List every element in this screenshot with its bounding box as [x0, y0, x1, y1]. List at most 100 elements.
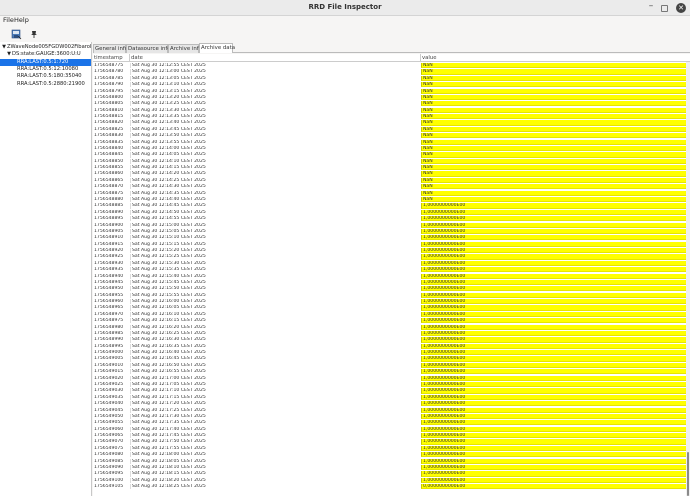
table-row[interactable]: 1756548815 Sat Aug 30 12:13:35 CEST 2025 N… — [93, 114, 687, 120]
column-header-date[interactable]: date — [130, 54, 421, 62]
tab-general-info[interactable]: General info — [93, 44, 128, 53]
tree-item[interactable]: ▼DS:state:GAUGE:3600:U:U — [0, 51, 91, 58]
table-row[interactable]: 1756548935 Sat Aug 30 12:15:35 CEST 2025 1… — [93, 267, 687, 273]
column-header-timestamp[interactable]: timestamp — [93, 54, 130, 62]
tab-archive-data[interactable]: Archive data — [199, 43, 235, 53]
table-row[interactable]: 1756549065 Sat Aug 30 12:17:45 CEST 2025 1… — [93, 433, 687, 439]
tab-archive-info[interactable]: Archive info — [168, 44, 202, 53]
table-row[interactable]: 1756548865 Sat Aug 30 12:14:25 CEST 2025 N… — [93, 177, 687, 184]
table-row[interactable]: 1756548975 Sat Aug 30 12:16:15 CEST 2025 1… — [93, 318, 687, 324]
table-row[interactable]: 1756548920 Sat Aug 30 12:15:20 CEST 2025 1… — [93, 248, 687, 254]
table-row[interactable]: 1756549025 Sat Aug 30 12:17:05 CEST 2025 1… — [93, 382, 687, 388]
table-row[interactable]: 1756548830 Sat Aug 30 12:13:50 CEST 2025 N… — [93, 133, 687, 139]
table-row[interactable]: 1756548905 Sat Aug 30 12:15:05 CEST 2025 1… — [93, 228, 687, 235]
table-row[interactable]: 1756548955 Sat Aug 30 12:15:55 CEST 2025 1… — [93, 292, 687, 298]
table-row[interactable]: 1756548890 Sat Aug 30 12:14:50 CEST 2025 1… — [93, 209, 687, 215]
table-row[interactable]: 1756549080 Sat Aug 30 12:18:00 CEST 2025 1… — [93, 452, 687, 458]
table-row[interactable]: 1756548930 Sat Aug 30 12:15:30 CEST 2025 1… — [93, 260, 687, 266]
table-row[interactable]: 1756548820 Sat Aug 30 12:13:40 CEST 2025 N… — [93, 120, 687, 126]
table-row[interactable]: 1756549020 Sat Aug 30 12:17:00 CEST 2025 1… — [93, 375, 687, 381]
table-row[interactable]: 1756548825 Sat Aug 30 12:13:45 CEST 2025 N… — [93, 126, 687, 132]
table-row[interactable]: 1756548960 Sat Aug 30 12:16:00 CEST 2025 1… — [93, 299, 687, 305]
table-row[interactable]: 1756548940 Sat Aug 30 12:15:40 CEST 2025 1… — [93, 273, 687, 279]
table-row[interactable]: 1756549045 Sat Aug 30 12:17:25 CEST 2025 1… — [93, 407, 687, 413]
table-row[interactable]: 1756548795 Sat Aug 30 12:13:15 CEST 2025 N… — [93, 88, 687, 94]
table-row[interactable]: 1756548800 Sat Aug 30 12:13:20 CEST 2025 N… — [93, 94, 687, 101]
table-row[interactable]: 1756549070 Sat Aug 30 12:17:50 CEST 2025 1… — [93, 439, 687, 445]
tab-bar: General info Datasource info Archive inf… — [93, 43, 690, 53]
tree-item[interactable]: RRA:LAST:0.5:1:720 — [0, 58, 91, 66]
table-row[interactable]: 1756548925 Sat Aug 30 12:15:25 CEST 2025 1… — [93, 254, 687, 260]
table-row[interactable]: 1756549055 Sat Aug 30 12:17:35 CEST 2025 1… — [93, 420, 687, 426]
close-icon[interactable]: ✕ — [676, 3, 686, 13]
toolbar — [0, 26, 690, 41]
table-row[interactable]: 1756548900 Sat Aug 30 12:15:00 CEST 2025 1… — [93, 222, 687, 228]
tab-datasource-info[interactable]: Datasource info — [126, 44, 171, 53]
rrd-tree[interactable]: ▼ZWaveNode005FGDW002FibaroDo ▼DS:state:GA… — [0, 42, 92, 496]
table-row[interactable]: 1756549005 Sat Aug 30 12:16:45 CEST 2025 1… — [93, 356, 687, 362]
table-row[interactable]: 1756548845 Sat Aug 30 12:14:05 CEST 2025 N… — [93, 152, 687, 158]
minimize-icon[interactable]: – — [646, 1, 656, 11]
cell-timestamp: 1756548910 — [94, 235, 124, 241]
table-row[interactable]: 1756548950 Sat Aug 30 12:15:50 CEST 2025 1… — [93, 286, 687, 292]
tree-item[interactable]: RRA:LAST:0.5:2880:21900 — [0, 81, 91, 88]
table-row[interactable]: 1756548970 Sat Aug 30 12:16:10 CEST 2025 1… — [93, 311, 687, 317]
tree-item[interactable]: RRA:LAST:0.5:12:10080 — [0, 66, 91, 73]
cell-timestamp: 1756549045 — [94, 407, 124, 413]
table-row[interactable]: 1756549040 Sat Aug 30 12:17:20 CEST 2025 1… — [93, 401, 687, 407]
tree-item[interactable]: ▼ZWaveNode005FGDW002FibaroDo — [0, 44, 91, 51]
table-row[interactable]: 1756548875 Sat Aug 30 12:14:35 CEST 2025 N… — [93, 190, 687, 196]
table-row[interactable]: 1756548980 Sat Aug 30 12:16:20 CEST 2025 1… — [93, 324, 687, 330]
menu-help[interactable]: Help — [14, 16, 29, 24]
table-row[interactable]: 1756548840 Sat Aug 30 12:14:00 CEST 2025 N… — [93, 145, 687, 152]
table-row[interactable]: 1756548790 Sat Aug 30 12:13:10 CEST 2025 N… — [93, 82, 687, 88]
table-row[interactable]: 1756549010 Sat Aug 30 12:16:50 CEST 2025 1… — [93, 362, 687, 369]
table-row[interactable]: 1756548995 Sat Aug 30 12:16:35 CEST 2025 1… — [93, 343, 687, 349]
table-row[interactable]: 1756549075 Sat Aug 30 12:17:55 CEST 2025 1… — [93, 445, 687, 451]
menu-file[interactable]: File — [3, 16, 14, 24]
table-row[interactable]: 1756548835 Sat Aug 30 12:13:55 CEST 2025 N… — [93, 139, 687, 145]
table-row[interactable]: 1756548785 Sat Aug 30 12:13:05 CEST 2025 N… — [93, 75, 687, 81]
table-row[interactable]: 1756549085 Sat Aug 30 12:18:05 CEST 2025 1… — [93, 458, 687, 464]
cell-value: 1,0000000000E00 — [421, 241, 687, 247]
cell-date: Sat Aug 30 12:18:05 CEST 2025 — [130, 458, 421, 464]
table-row[interactable]: 1756549060 Sat Aug 30 12:17:40 CEST 2025 1… — [93, 426, 687, 432]
table-row[interactable]: 1756549100 Sat Aug 30 12:18:20 CEST 2025 1… — [93, 477, 687, 483]
pin-icon[interactable] — [28, 28, 40, 40]
table-row[interactable]: 1756548985 Sat Aug 30 12:16:25 CEST 2025 1… — [93, 330, 687, 337]
cell-timestamp: 1756548860 — [94, 171, 124, 177]
scrollbar-thumb[interactable] — [687, 452, 689, 496]
table-row[interactable]: 1756548885 Sat Aug 30 12:14:45 CEST 2025 1… — [93, 203, 687, 209]
table-row[interactable]: 1756548855 Sat Aug 30 12:14:15 CEST 2025 N… — [93, 165, 687, 171]
table-row[interactable]: 1756548805 Sat Aug 30 12:13:25 CEST 2025 N… — [93, 101, 687, 107]
table-row[interactable]: 1756548895 Sat Aug 30 12:14:55 CEST 2025 1… — [93, 216, 687, 222]
table-row[interactable]: 1756549035 Sat Aug 30 12:17:15 CEST 2025 1… — [93, 394, 687, 400]
vertical-scrollbar[interactable] — [686, 62, 690, 496]
table-row[interactable]: 1756549090 Sat Aug 30 12:18:10 CEST 2025 1… — [93, 464, 687, 471]
table-row[interactable]: 1756548870 Sat Aug 30 12:14:30 CEST 2025 N… — [93, 184, 687, 190]
maximize-icon[interactable] — [661, 5, 668, 12]
table-row[interactable]: 1756548990 Sat Aug 30 12:16:30 CEST 2025 1… — [93, 337, 687, 343]
table-row[interactable]: 1756549015 Sat Aug 30 12:16:55 CEST 2025 1… — [93, 369, 687, 375]
table-row[interactable]: 1756549030 Sat Aug 30 12:17:10 CEST 2025 1… — [93, 388, 687, 394]
table-row[interactable]: 1756548775 Sat Aug 30 12:12:55 CEST 2025 N… — [93, 63, 687, 69]
table-row[interactable]: 1756548965 Sat Aug 30 12:16:05 CEST 2025 1… — [93, 305, 687, 311]
column-header-value[interactable]: value — [421, 54, 690, 62]
archive-data-table[interactable]: timestamp date value 1756548775 Sat Aug 3… — [93, 54, 690, 496]
table-row[interactable]: 1756549095 Sat Aug 30 12:18:15 CEST 2025 1… — [93, 471, 687, 477]
table-row[interactable]: 1756548860 Sat Aug 30 12:14:20 CEST 2025 N… — [93, 171, 687, 177]
cell-value: 1,0000000000E00 — [421, 350, 687, 356]
table-row[interactable]: 1756548945 Sat Aug 30 12:15:45 CEST 2025 1… — [93, 279, 687, 286]
table-row[interactable]: 1756548880 Sat Aug 30 12:14:40 CEST 2025 N… — [93, 196, 687, 203]
table-row[interactable]: 1756549050 Sat Aug 30 12:17:30 CEST 2025 1… — [93, 413, 687, 420]
table-row[interactable]: 1756548850 Sat Aug 30 12:14:10 CEST 2025 N… — [93, 158, 687, 164]
table-row[interactable]: 1756549105 Sat Aug 30 12:18:25 CEST 2025 0… — [93, 484, 687, 490]
table-row[interactable]: 1756548915 Sat Aug 30 12:15:15 CEST 2025 1… — [93, 241, 687, 247]
table-row[interactable]: 1756548910 Sat Aug 30 12:15:10 CEST 2025 1… — [93, 235, 687, 241]
table-row[interactable]: 1756549000 Sat Aug 30 12:16:40 CEST 2025 1… — [93, 350, 687, 356]
cell-timestamp: 1756549090 — [94, 464, 124, 470]
open-file-icon[interactable] — [10, 28, 22, 40]
table-row[interactable]: 1756548810 Sat Aug 30 12:13:30 CEST 2025 N… — [93, 107, 687, 113]
table-row[interactable]: 1756548780 Sat Aug 30 12:13:00 CEST 2025 N… — [93, 69, 687, 75]
tree-item[interactable]: RRA:LAST:0.5:180:35040 — [0, 73, 91, 80]
